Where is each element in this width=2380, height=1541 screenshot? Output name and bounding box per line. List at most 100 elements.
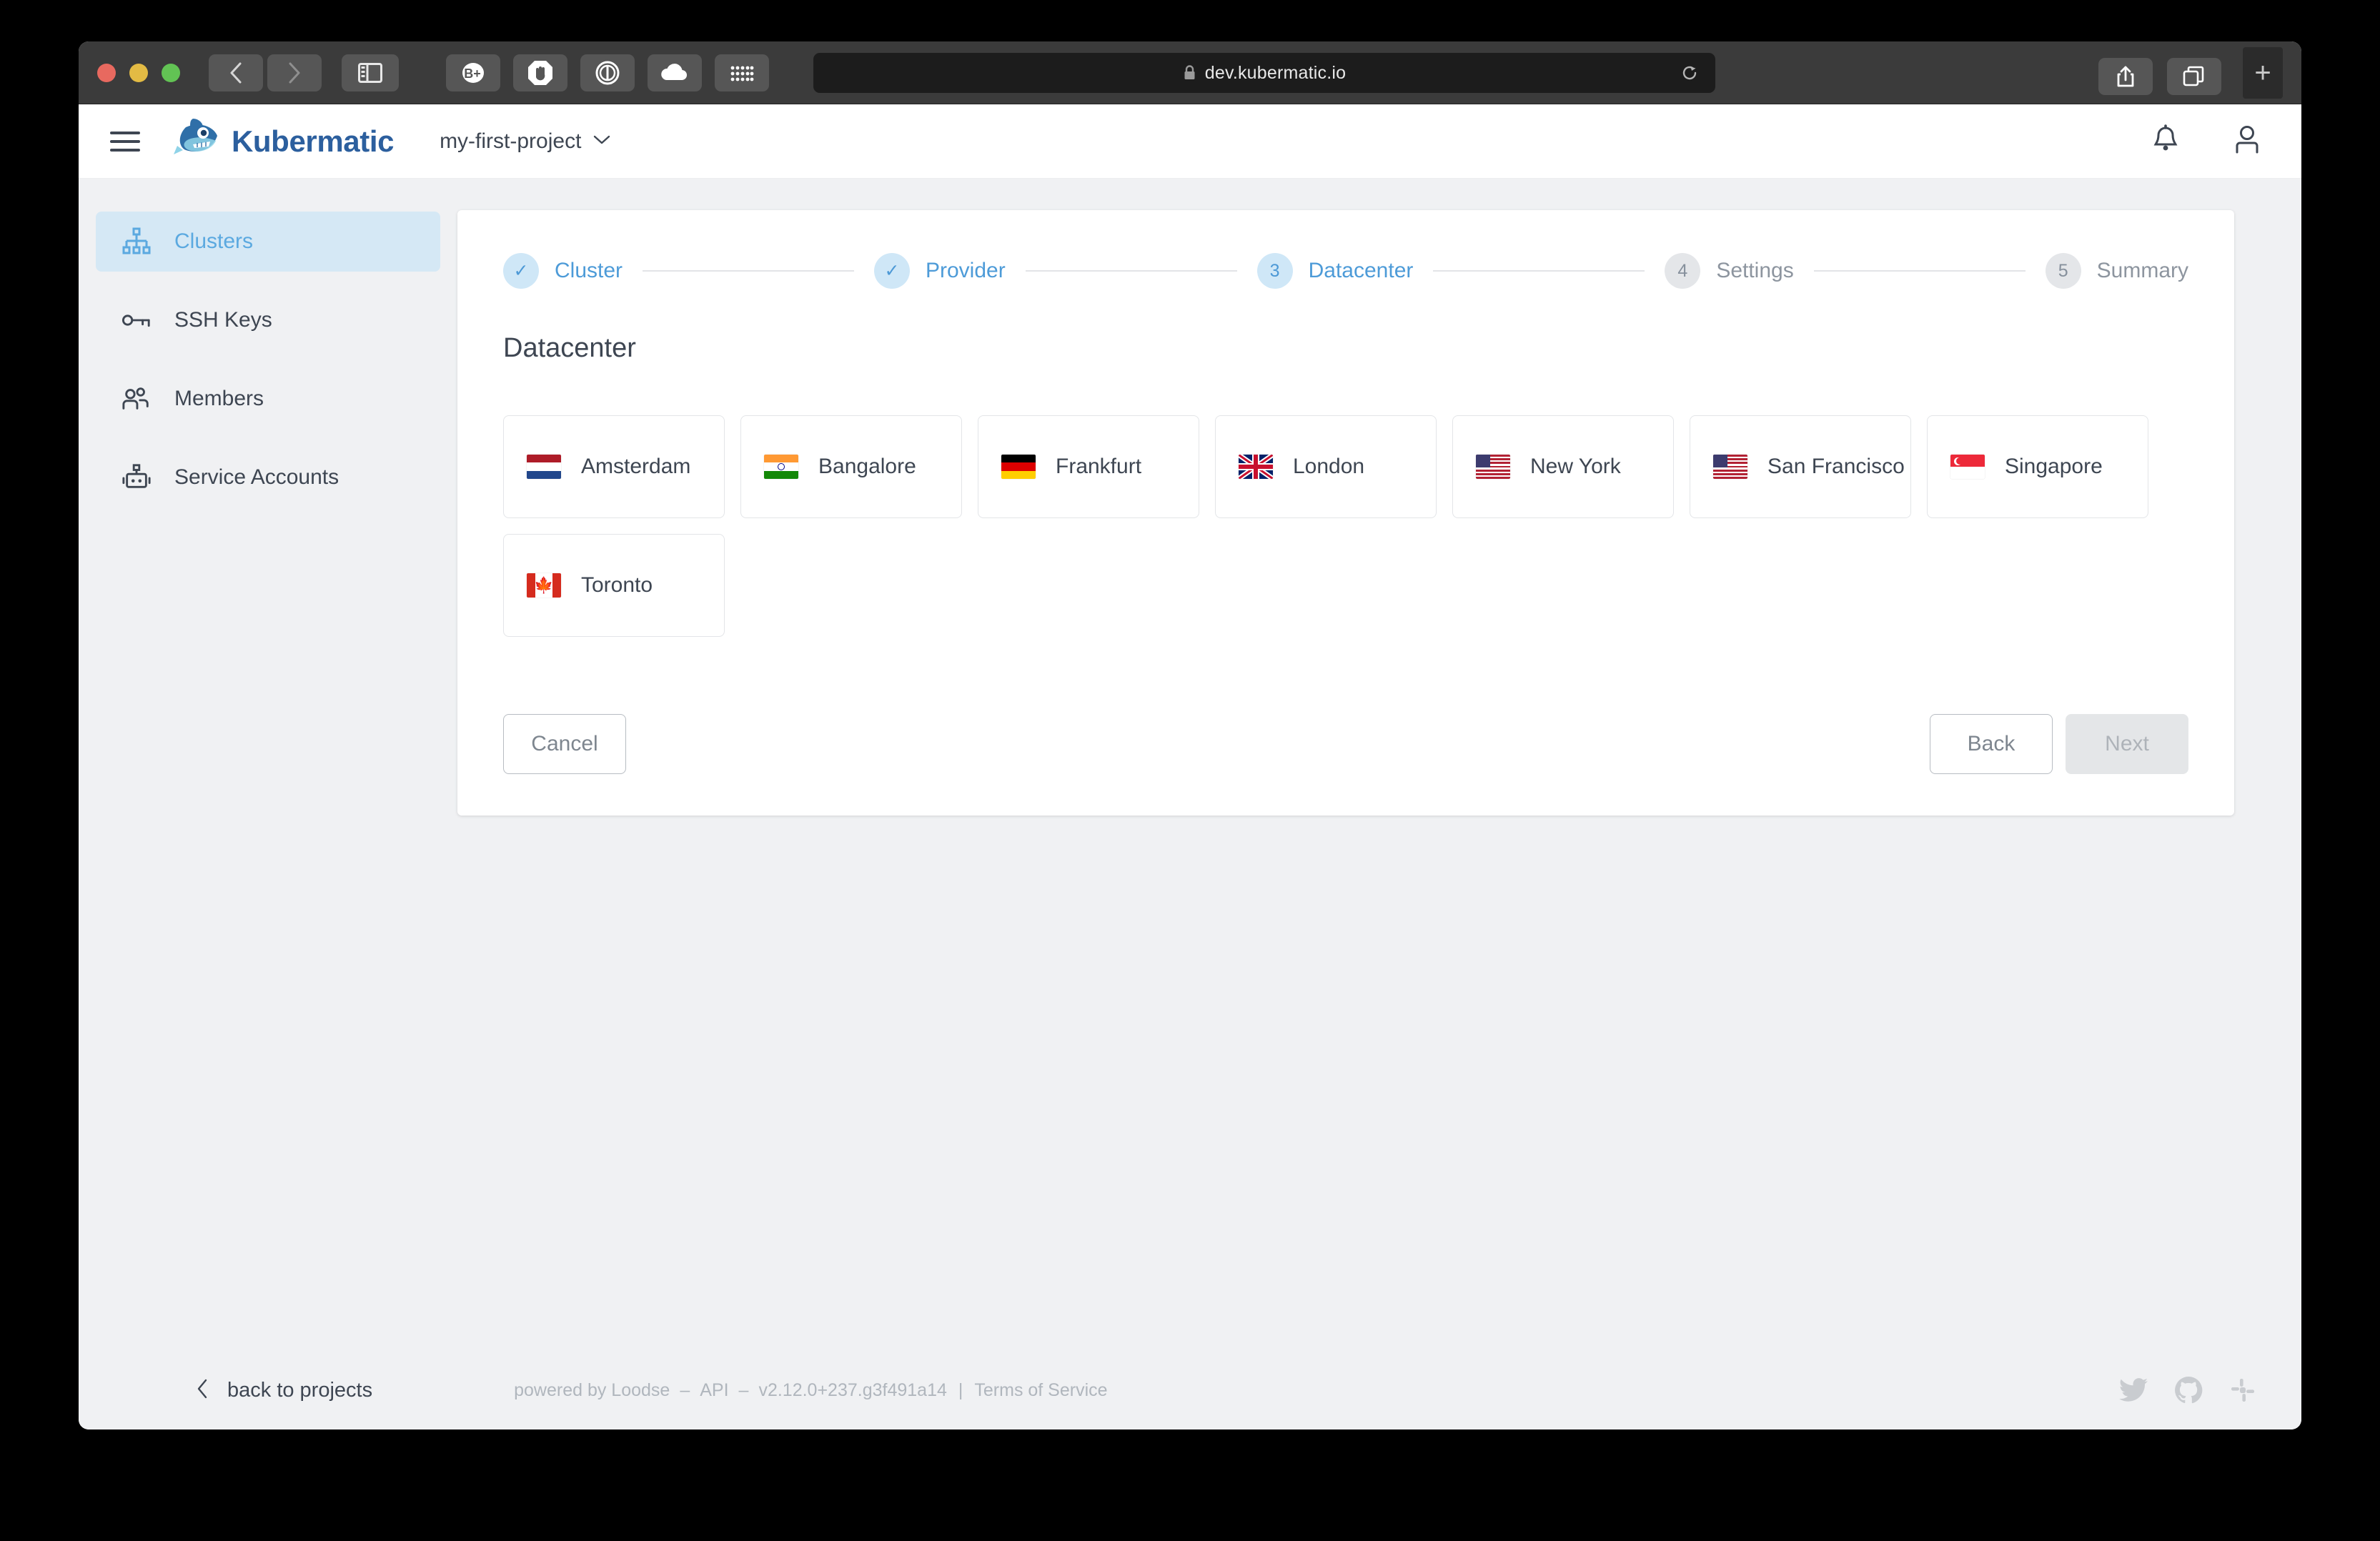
forward-chevron-icon[interactable] [267, 54, 322, 91]
window-traffic-lights [97, 63, 180, 82]
github-icon[interactable] [2174, 1376, 2203, 1404]
wizard-step-provider[interactable]: ✓ Provider [873, 253, 1006, 289]
wizard-actions: Cancel Back Next [503, 714, 2188, 774]
datacenter-name: Singapore [2005, 455, 2103, 478]
step-indicator: 4 [1665, 253, 1701, 289]
footer-separator-2: – [738, 1379, 749, 1400]
tab-overview-icon[interactable] [2167, 58, 2221, 95]
app-header: Kubermatic my-first-project [79, 104, 2301, 179]
bell-icon[interactable] [2151, 124, 2180, 159]
close-window-button[interactable] [97, 63, 116, 82]
clusters-hierarchy-icon [122, 227, 152, 257]
datacenter-name: San Francisco [1767, 455, 1905, 478]
svg-text:B+: B+ [464, 66, 481, 81]
step-connector [1433, 270, 1645, 272]
maximize-window-button[interactable] [162, 63, 180, 82]
terms-of-service-link[interactable]: Terms of Service [974, 1380, 1107, 1401]
project-selector[interactable]: my-first-project [440, 129, 611, 154]
page-title: Datacenter [503, 333, 636, 363]
step-indicator: 3 [1256, 253, 1293, 289]
datacenter-card-singapore[interactable]: Singapore [1927, 415, 2148, 518]
bitwarden-extension-icon[interactable]: B+ [446, 54, 500, 91]
hamburger-menu-icon[interactable] [110, 131, 140, 152]
back-chevron-icon[interactable] [209, 54, 263, 91]
datacenter-card-frankfurt[interactable]: Frankfurt [978, 415, 1199, 518]
chevron-down-icon [592, 134, 611, 149]
datacenter-card-new-york[interactable]: New York [1452, 415, 1674, 518]
page-content: Kubermatic my-first-project Clusters SSH… [79, 104, 2301, 1429]
step-connector [643, 270, 854, 272]
powered-by-label: powered by Loodse [514, 1379, 670, 1400]
footer-social-links [2118, 1376, 2257, 1404]
wizard-step-cluster[interactable]: ✓ Cluster [503, 253, 623, 289]
step-connector [1025, 270, 1237, 272]
cloud-extension-icon[interactable] [648, 54, 702, 91]
key-icon [122, 305, 152, 335]
body-split: Clusters SSH Keys Members Service Accoun… [79, 179, 2301, 1351]
sidebar-item-ssh-keys[interactable]: SSH Keys [96, 290, 440, 350]
browser-titlebar: B+ dev.kubermatic.io + [79, 41, 2301, 104]
datacenter-card-amsterdam[interactable]: Amsterdam [503, 415, 725, 518]
main-area: ✓ Cluster ✓ Provider 3 Datacenter 4 Sett… [457, 179, 2301, 1351]
flag-india-icon [764, 455, 798, 479]
sidebar-toggle-icon[interactable] [342, 54, 399, 91]
service-account-robot-icon [122, 462, 152, 492]
datacenter-card-bangalore[interactable]: Bangalore [740, 415, 962, 518]
api-link[interactable]: API [700, 1380, 728, 1401]
datacenter-name: London [1293, 455, 1365, 478]
back-to-projects-link[interactable]: back to projects [110, 1378, 372, 1403]
apps-grid-extension-icon[interactable] [715, 54, 769, 91]
sidebar-item-service-accounts[interactable]: Service Accounts [96, 447, 440, 507]
version-label: v2.12.0+237.g3f491a14 [758, 1379, 947, 1400]
flag-united-kingdom-icon [1239, 455, 1273, 479]
sidebar: Clusters SSH Keys Members Service Accoun… [79, 179, 457, 1351]
adblock-extension-icon[interactable] [513, 54, 567, 91]
step-label: Datacenter [1308, 259, 1414, 282]
new-tab-button[interactable]: + [2243, 47, 2283, 99]
wizard-actions-right: Back Next [1930, 714, 2188, 774]
datacenter-card-london[interactable]: London [1215, 415, 1437, 518]
sidebar-item-label: Clusters [174, 229, 254, 253]
user-account-icon[interactable] [2233, 124, 2261, 159]
footer-divider: | [958, 1379, 963, 1400]
flag-canada-icon: 🍁 [527, 573, 561, 598]
wizard-step-datacenter[interactable]: 3 Datacenter [1256, 253, 1414, 289]
step-label: Settings [1716, 259, 1794, 282]
wizard-stepper: ✓ Cluster ✓ Provider 3 Datacenter 4 Sett… [503, 253, 2188, 289]
share-icon[interactable] [2098, 58, 2153, 95]
sidebar-item-label: SSH Keys [174, 308, 272, 332]
sidebar-item-clusters[interactable]: Clusters [96, 212, 440, 272]
cancel-button[interactable]: Cancel [503, 714, 626, 774]
minimize-window-button[interactable] [129, 63, 148, 82]
brand[interactable]: Kubermatic [172, 117, 394, 165]
onepassword-extension-icon[interactable] [580, 54, 635, 91]
chevron-left-icon [196, 1378, 209, 1403]
lock-icon [1183, 64, 1196, 81]
datacenter-name: Amsterdam [581, 455, 691, 478]
address-bar[interactable]: dev.kubermatic.io [813, 53, 1715, 93]
wizard-step-summary: 5 Summary [2045, 253, 2189, 289]
kubermatic-fish-logo [172, 117, 220, 165]
twitter-icon[interactable] [2118, 1377, 2148, 1403]
footer-separator-1: – [680, 1379, 690, 1400]
step-indicator: ✓ [503, 253, 539, 289]
address-bar-url: dev.kubermatic.io [1204, 62, 1347, 83]
back-button[interactable]: Back [1930, 714, 2053, 774]
brand-name: Kubermatic [232, 124, 395, 158]
datacenter-name: Toronto [581, 573, 653, 597]
step-label: Summary [2096, 259, 2189, 282]
header-actions [2151, 124, 2261, 159]
step-label: Cluster [555, 259, 623, 282]
back-to-projects-label: back to projects [227, 1378, 373, 1402]
datacenter-card-san-francisco[interactable]: San Francisco [1690, 415, 1911, 518]
datacenter-card-toronto[interactable]: 🍁 Toronto [503, 534, 725, 637]
flag-singapore-icon [1950, 455, 1985, 479]
next-button: Next [2066, 714, 2188, 774]
sidebar-item-members[interactable]: Members [96, 369, 440, 429]
slack-icon[interactable] [2228, 1376, 2257, 1404]
step-label: Provider [925, 259, 1006, 282]
flag-united-states-icon [1476, 455, 1510, 479]
reload-icon[interactable] [1680, 63, 1700, 83]
datacenter-grid: Amsterdam Bangalore Frankfurt London New… [503, 415, 2188, 637]
step-indicator: 5 [2045, 253, 2081, 289]
